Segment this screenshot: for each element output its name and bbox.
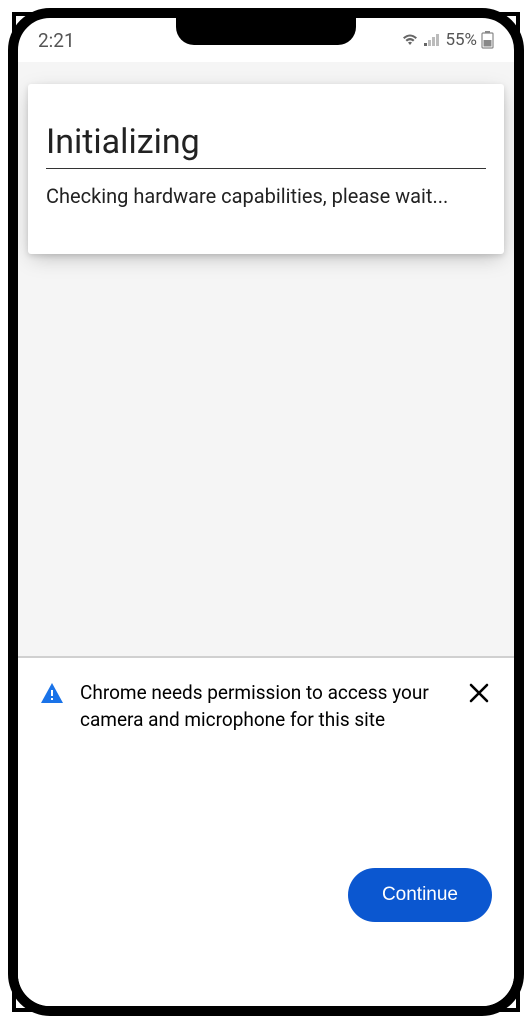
permission-sheet: Chrome needs permission to access your c… [18,658,514,1006]
card-body: Checking hardware capabilities, please w… [46,183,486,210]
close-button[interactable] [466,680,492,710]
battery-percent: 55% [445,30,477,50]
phone-frame: 2:21 55% [8,8,524,1016]
continue-button[interactable]: Continue [348,868,492,922]
initializing-card: Initializing Checking hardware capabilit… [28,84,504,254]
permission-message: Chrome needs permission to access your c… [80,680,450,733]
content-area: Initializing Checking hardware capabilit… [18,62,514,1006]
close-icon [468,682,490,704]
card-title: Initializing [46,122,486,169]
status-time: 2:21 [38,29,75,52]
wifi-icon [401,33,419,47]
warning-icon [40,682,64,708]
battery-icon [481,31,494,49]
status-right: 55% [401,30,494,50]
signal-icon [423,33,441,47]
notch [176,17,356,45]
